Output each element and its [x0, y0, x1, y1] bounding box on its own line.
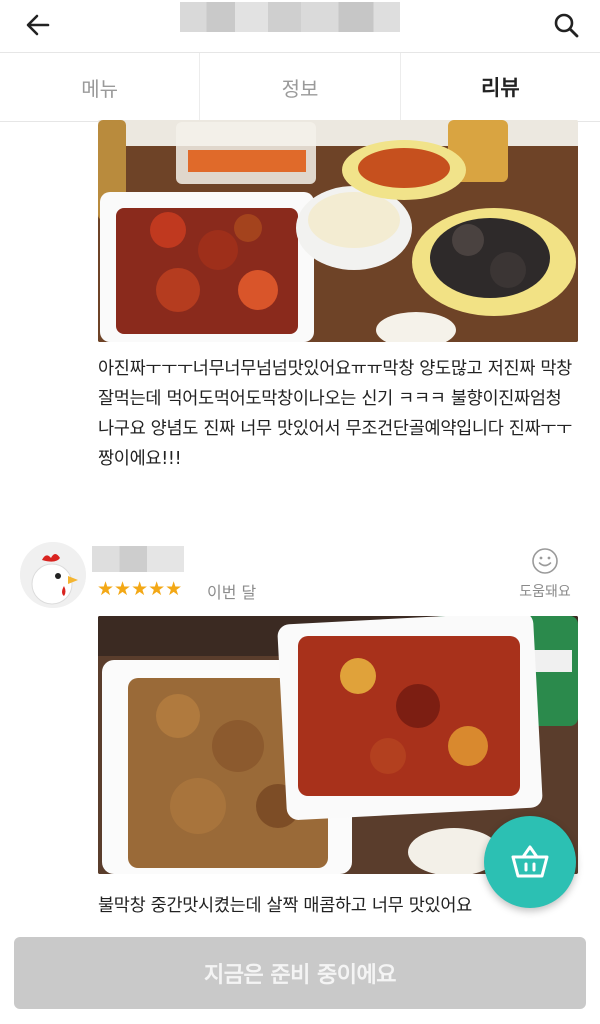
order-button[interactable]: 지금은 준비 중이에요 — [14, 937, 586, 1009]
food-photo-illustration — [98, 120, 578, 342]
chicken-avatar-icon — [20, 542, 86, 608]
review-photo[interactable] — [98, 120, 578, 342]
search-icon — [554, 13, 579, 38]
reviewer-name-blurred — [92, 546, 184, 572]
search-button[interactable] — [546, 6, 586, 44]
helpful-label: 도움돼요 — [519, 584, 571, 600]
review-text: 아진짜ㅜㅜㅜ너무너무넘넘맛있어요ㅠㅠ막창 양도많고 저진짜 막창잘먹는데 먹어도… — [98, 359, 572, 469]
helpful-button[interactable]: 도움돼요 — [510, 547, 580, 601]
tab-bar: 메뉴 정보 리뷰 — [0, 52, 600, 122]
store-title-blurred — [180, 2, 400, 32]
back-button[interactable] — [18, 7, 58, 43]
avatar — [20, 542, 86, 608]
top-bar — [0, 0, 600, 50]
basket-icon — [511, 845, 549, 878]
cart-button[interactable] — [484, 816, 576, 908]
review-date: 이번 달 — [207, 583, 257, 602]
smile-icon — [532, 548, 558, 574]
arrow-left-icon — [26, 14, 50, 36]
rating-stars: ★★★★★ — [97, 578, 183, 600]
tab-reviews[interactable]: 리뷰 — [401, 53, 600, 121]
tab-info[interactable]: 정보 — [200, 53, 401, 121]
tab-menu[interactable]: 메뉴 — [0, 53, 201, 121]
